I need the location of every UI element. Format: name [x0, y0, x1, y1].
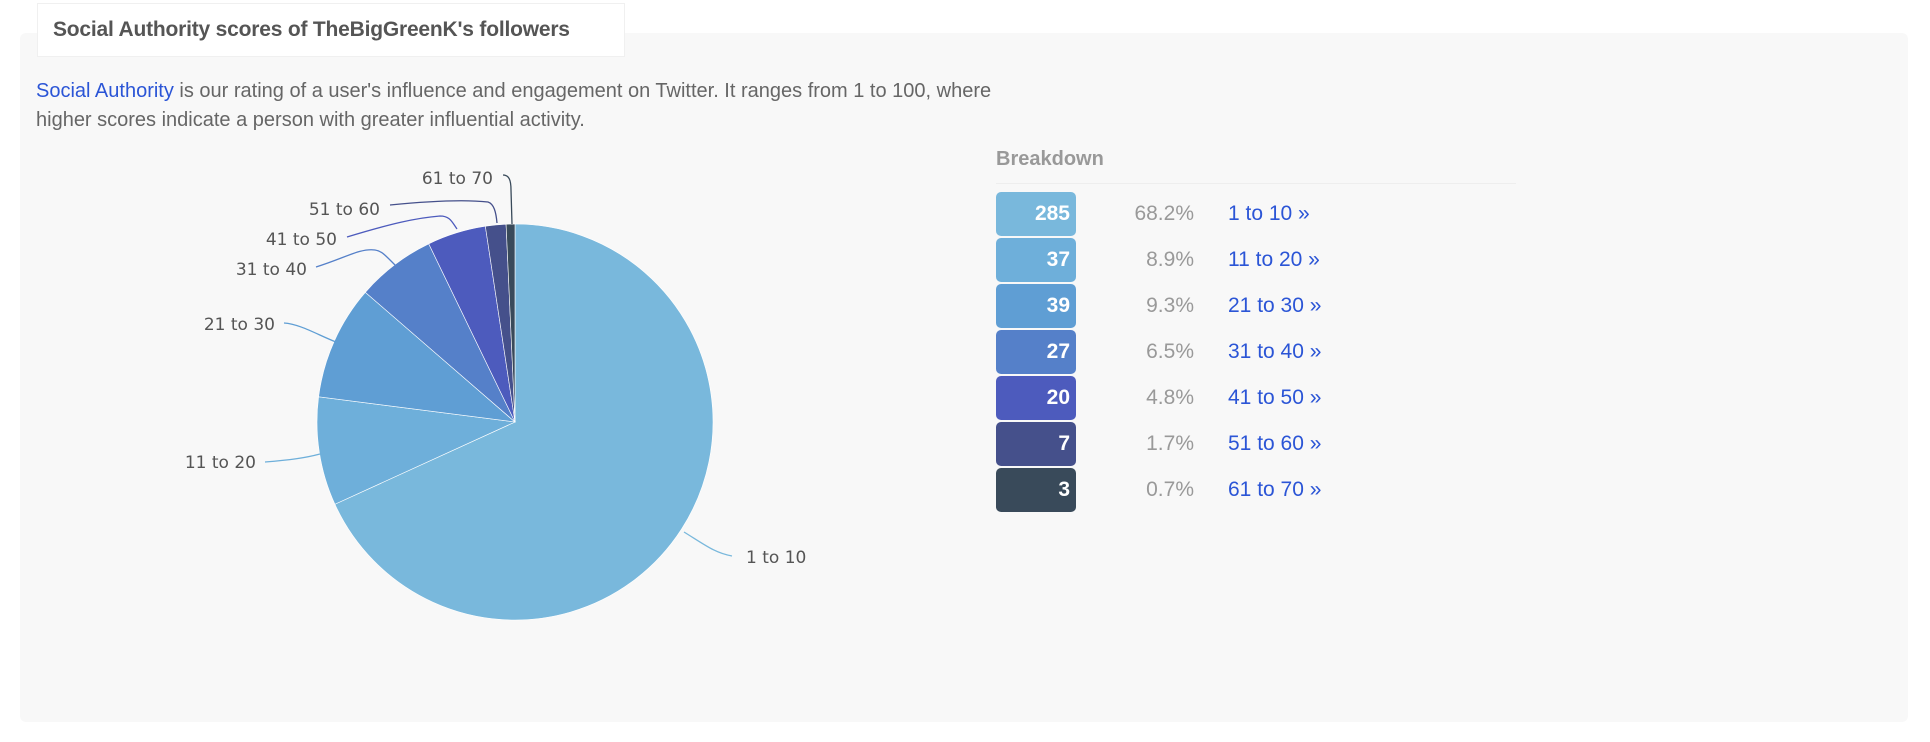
pie-label: 61 to 70 — [422, 169, 493, 189]
leader-line — [683, 531, 733, 557]
leader-line — [283, 322, 337, 343]
count-badge: 27 — [996, 330, 1076, 374]
percent-value: 68.2% — [1134, 202, 1194, 225]
breakdown-row: 39 9.3% 21 to 30 » — [996, 284, 1516, 330]
leader-line — [502, 174, 513, 225]
pie-chart: 1 to 10 11 to 20 21 to 30 31 to 40 41 to 50 5… — [185, 169, 806, 621]
percent-value: 1.7% — [1146, 432, 1194, 455]
pie-label: 11 to 20 — [185, 453, 256, 473]
count-badge: 20 — [996, 376, 1076, 420]
breakdown-row: 3 0.7% 61 to 70 » — [996, 468, 1516, 514]
pie-label: 21 to 30 — [204, 315, 275, 335]
pie-label: 1 to 10 — [746, 548, 806, 568]
pie-label: 31 to 40 — [236, 260, 307, 280]
percent-value: 6.5% — [1146, 340, 1194, 363]
range-link-41-50[interactable]: 41 to 50 » — [1228, 376, 1321, 420]
percent-value: 9.3% — [1146, 294, 1194, 317]
breakdown-row: 20 4.8% 41 to 50 » — [996, 376, 1516, 422]
breakdown-row: 27 6.5% 31 to 40 » — [996, 330, 1516, 376]
breakdown-row: 285 68.2% 1 to 10 » — [996, 192, 1516, 238]
count-badge: 3 — [996, 468, 1076, 512]
count-badge: 39 — [996, 284, 1076, 328]
percent-value: 0.7% — [1146, 478, 1194, 501]
range-link-61-70[interactable]: 61 to 70 » — [1228, 468, 1321, 512]
range-link-21-30[interactable]: 21 to 30 » — [1228, 284, 1321, 328]
leader-line — [315, 249, 396, 268]
breakdown-row: 37 8.9% 11 to 20 » — [996, 238, 1516, 284]
count-badge: 37 — [996, 238, 1076, 282]
pie-label: 51 to 60 — [309, 200, 380, 220]
leader-line — [389, 200, 498, 224]
percent-value: 8.9% — [1146, 248, 1194, 271]
count-badge: 7 — [996, 422, 1076, 466]
range-link-11-20[interactable]: 11 to 20 » — [1228, 238, 1320, 282]
count-badge: 285 — [996, 192, 1076, 236]
breakdown-title: Breakdown — [996, 148, 1104, 170]
breakdown-list: 285 68.2% 1 to 10 » 37 8.9% 11 to 20 » 3… — [996, 192, 1516, 514]
range-link-1-10[interactable]: 1 to 10 » — [1228, 192, 1310, 236]
breakdown-divider — [996, 183, 1516, 184]
range-link-51-60[interactable]: 51 to 60 » — [1228, 422, 1321, 466]
pie-label: 41 to 50 — [266, 230, 337, 250]
leader-line — [264, 453, 321, 463]
breakdown-row: 7 1.7% 51 to 60 » — [996, 422, 1516, 468]
percent-value: 4.8% — [1146, 386, 1194, 409]
range-link-31-40[interactable]: 31 to 40 » — [1228, 330, 1321, 374]
